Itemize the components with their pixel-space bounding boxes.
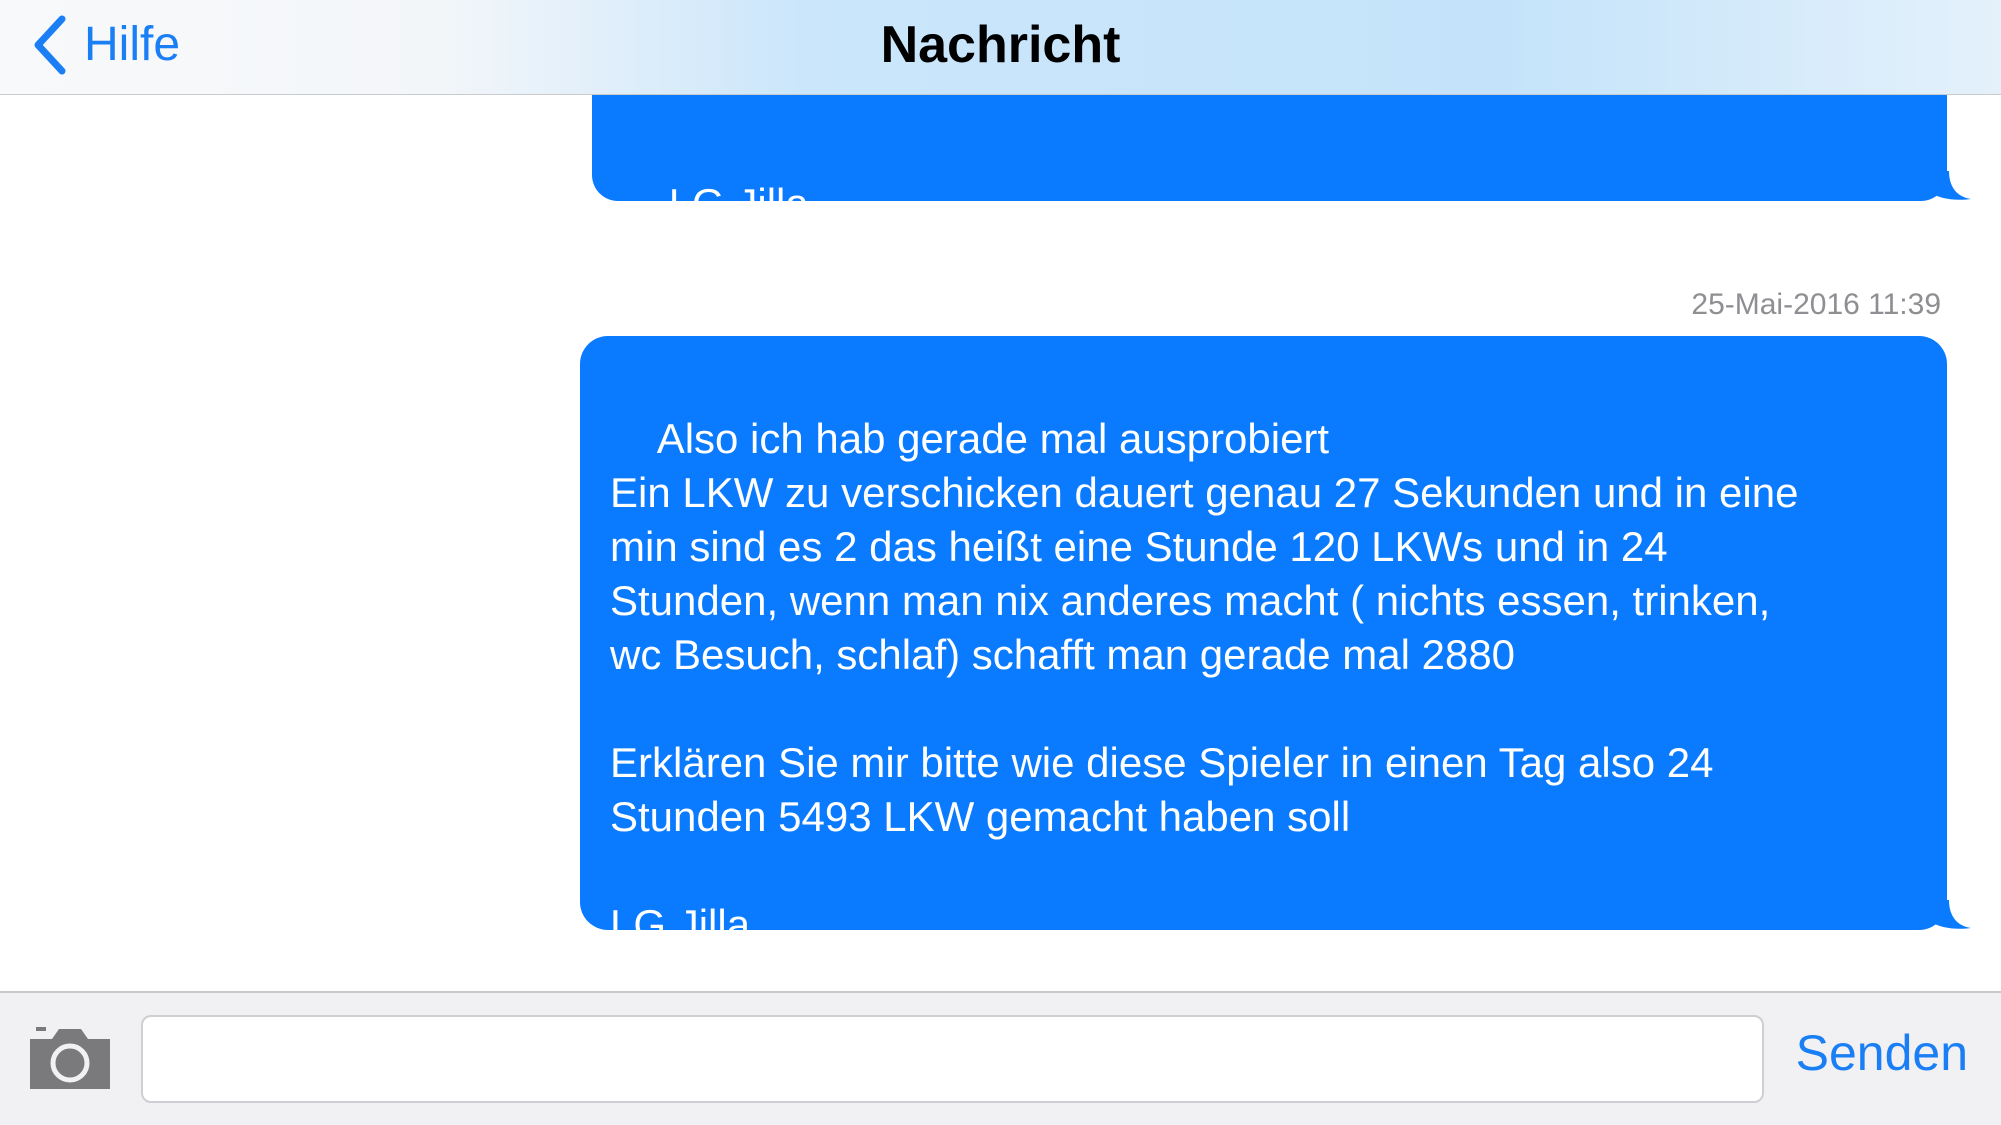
send-button[interactable]: Senden — [1796, 1023, 1968, 1083]
camera-icon[interactable] — [28, 1025, 112, 1091]
bubble-tail — [1931, 171, 1971, 200]
message-timestamp: 25-Mai-2016 11:39 — [1691, 288, 1941, 321]
composer-bar: Senden — [0, 991, 2001, 1125]
message-bubble: LG Jilla — [592, 95, 1971, 227]
page-title: Nachricht — [880, 16, 1121, 74]
navigation-bar: Hilfe Nachricht — [0, 0, 2001, 95]
message-input[interactable] — [141, 1015, 1764, 1103]
message-text: Also ich hab gerade mal ausprobiert Ein … — [610, 415, 1799, 948]
message-text: LG Jilla — [668, 180, 809, 227]
message-bubble: Also ich hab gerade mal ausprobiert Ein … — [580, 336, 1971, 948]
message-thread[interactable]: LG Jilla 25-Mai-2016 11:39 Also ich hab … — [0, 95, 2001, 991]
bubble-tail — [1931, 900, 1971, 929]
